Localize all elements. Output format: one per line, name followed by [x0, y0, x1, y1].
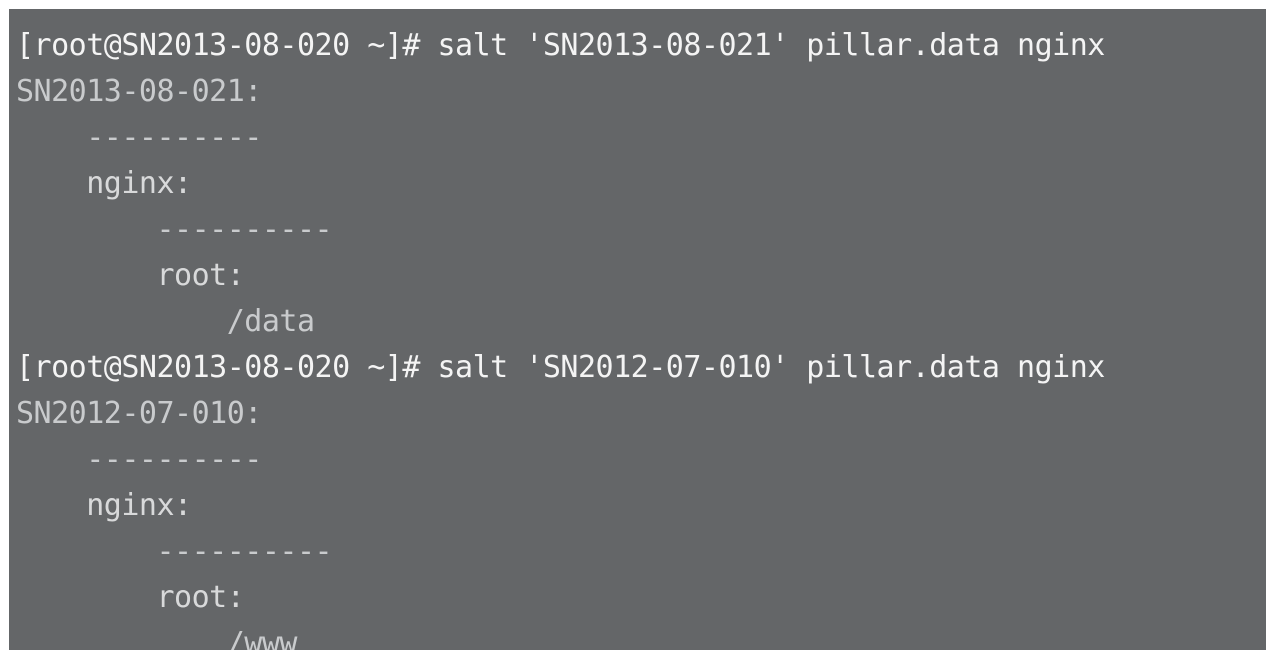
output-host-line: SN2012-07-010: — [16, 396, 262, 431]
output-key-line: root: — [16, 258, 245, 293]
output-key-line: nginx: — [16, 166, 192, 201]
output-separator-line: ---------- — [16, 442, 262, 477]
terminal-output: [root@SN2013-08-020 ~]# salt 'SN2013-08-… — [16, 23, 1105, 650]
output-separator-line: ---------- — [16, 212, 333, 247]
output-host-line: SN2013-08-021: — [16, 74, 262, 109]
command-line: [root@SN2013-08-020 ~]# salt 'SN2012-07-… — [16, 350, 1105, 385]
output-separator-line: ---------- — [16, 534, 333, 569]
output-value-line: /data — [16, 304, 315, 339]
command-line: [root@SN2013-08-020 ~]# salt 'SN2013-08-… — [16, 28, 1105, 63]
output-separator-line: ---------- — [16, 120, 262, 155]
output-value-line: /www — [16, 626, 298, 650]
terminal-window[interactable]: [root@SN2013-08-020 ~]# salt 'SN2013-08-… — [9, 9, 1266, 650]
output-key-line: nginx: — [16, 488, 192, 523]
output-key-line: root: — [16, 580, 245, 615]
